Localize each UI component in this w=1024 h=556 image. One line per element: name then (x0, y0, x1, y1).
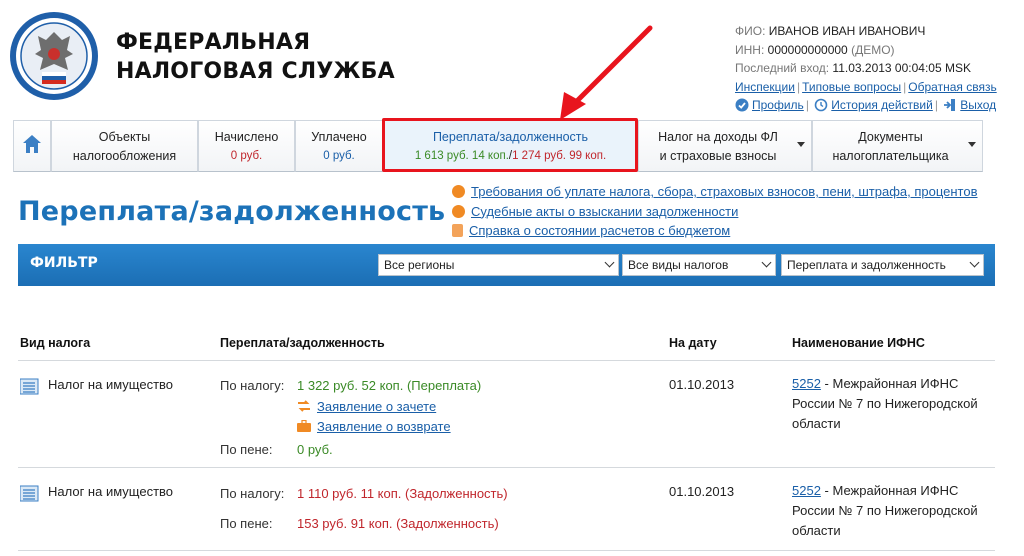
row-tax-value: 1 322 руб. 52 коп. (Переплата) (297, 378, 482, 393)
region-select-value: Все регионы (384, 258, 455, 272)
tab-documents-line1: Документы (858, 130, 923, 144)
tab-tax-objects[interactable]: Объекты налогообложения (51, 120, 198, 172)
tab-documents[interactable]: Документы налогоплательщика (812, 120, 983, 172)
feedback-link[interactable]: Обратная связь (908, 80, 996, 94)
offset-application-link[interactable]: Заявление о зачете (317, 399, 436, 414)
fns-emblem-logo[interactable] (8, 10, 100, 102)
ifns-code-link[interactable]: 5252 (792, 376, 821, 391)
quick-link-settlement-certificate[interactable]: Справка о состоянии расчетов с бюджетом (469, 223, 730, 238)
profile-link[interactable]: Профиль (752, 98, 804, 112)
red-arrow-annotation (560, 25, 653, 120)
ifns-code-link[interactable]: 5252 (792, 483, 821, 498)
row-tax-value: 1 110 руб. 11 коп. (Задолженность) (297, 486, 508, 501)
chevron-down-icon (968, 142, 976, 147)
row-tax-name: Налог на имущество (48, 377, 174, 392)
quick-link-court-acts[interactable]: Судебные акты о взыскании задолженности (471, 204, 738, 219)
table-divider (18, 550, 995, 551)
row-tax-name: Налог на имущество (48, 484, 174, 499)
fio-label: ФИО: (735, 24, 766, 38)
quick-link-requirements[interactable]: Требования об уплате налога, сбора, стра… (471, 184, 978, 199)
chevron-down-icon (604, 257, 615, 268)
org-name: ФЕДЕРАЛЬНАЯ НАЛОГОВАЯ СЛУЖБА (116, 28, 395, 86)
tab-income-tax[interactable]: Налог на доходы ФЛ и страховые взносы (638, 120, 812, 172)
account-links: Профиль | История действий | Выход (735, 96, 996, 114)
org-name-line1: ФЕДЕРАЛЬНАЯ (116, 30, 311, 55)
row-ifns: 5252 - Межрайонная ИФНС России № 7 по Ни… (792, 481, 1002, 541)
offset-application-action[interactable]: Заявление о зачете (297, 399, 436, 414)
history-link[interactable]: История действий (831, 98, 933, 112)
home-icon (23, 135, 41, 153)
org-name-line2: НАЛОГОВАЯ СЛУЖБА (116, 59, 395, 84)
inn-value: 000000000000 (767, 42, 848, 57)
tax-document-icon (20, 485, 39, 502)
tab-home[interactable] (13, 120, 51, 172)
row-date: 01.10.2013 (669, 484, 735, 499)
filter-label: ФИЛЬТР (30, 255, 98, 271)
tab-tax-objects-line1: Объекты (98, 130, 151, 144)
table-divider (18, 467, 995, 468)
tab-paid-label: Уплачено (311, 130, 367, 144)
tab-tax-objects-line2: налогообложения (72, 149, 177, 163)
row-penalty-value: 153 руб. 91 коп. (Задолженность) (297, 516, 499, 531)
quick-links: Требования об уплате налога, сбора, стра… (452, 182, 978, 241)
chevron-down-icon (761, 257, 772, 268)
history-icon (814, 98, 828, 112)
last-login-label: Последний вход: (735, 61, 830, 75)
tab-accrued-value: 0 руб. (230, 150, 263, 162)
mode-select-value: Переплата и задолженность (787, 258, 946, 272)
row-ifns: 5252 - Межрайонная ИФНС России № 7 по Ни… (792, 374, 1002, 434)
inn-label: ИНН: (735, 42, 765, 57)
row-tax-label: По налогу: (220, 378, 285, 393)
red-highlight-box (382, 118, 638, 172)
region-select[interactable]: Все регионы (378, 254, 619, 276)
chevron-down-icon (797, 142, 805, 147)
row-penalty-value: 0 руб. (297, 442, 333, 457)
tab-income-tax-line2: и страховые взносы (659, 149, 777, 163)
column-header-ifns: Наименование ИФНС (792, 336, 925, 350)
last-login-value: 11.03.2013 00:04:05 MSK (832, 61, 971, 75)
document-icon (452, 224, 463, 237)
court-icon (452, 204, 465, 218)
logout-icon (944, 99, 956, 111)
logout-link[interactable]: Выход (960, 98, 996, 112)
ruble-icon (452, 185, 465, 198)
refund-application-link[interactable]: Заявление о возврате (317, 419, 451, 434)
table-divider (18, 360, 995, 361)
tax-type-select[interactable]: Все виды налогов (622, 254, 776, 276)
row-penalty-label: По пене: (220, 516, 273, 531)
faq-link[interactable]: Типовые вопросы (802, 80, 901, 94)
tab-income-tax-line1: Налог на доходы ФЛ (658, 130, 778, 144)
tax-type-select-value: Все виды налогов (628, 258, 729, 272)
header-links: Инспекции | Типовые вопросы | Обратная связь (735, 80, 997, 94)
row-penalty-label: По пене: (220, 442, 273, 457)
row-tax-label: По налогу: (220, 486, 285, 501)
fio-value: ИВАНОВ ИВАН ИВАНОВИЧ (768, 24, 926, 38)
user-info: ФИО: ИВАНОВ ИВАН ИВАНОВИЧ ИНН: 000000000… (735, 22, 971, 78)
briefcase-icon (297, 420, 311, 432)
column-header-balance: Переплата/задолженность (220, 336, 385, 350)
tab-documents-line2: налогоплательщика (832, 149, 949, 163)
tab-paid-value: 0 руб. (323, 150, 355, 162)
tab-accrued-label: Начислено (214, 130, 279, 144)
chevron-down-icon (969, 257, 980, 268)
row-date: 01.10.2013 (669, 377, 735, 392)
profile-icon (735, 98, 749, 112)
tax-document-icon (20, 378, 39, 395)
tab-paid[interactable]: Уплачено 0 руб. (295, 120, 383, 172)
refund-application-action[interactable]: Заявление о возврате (297, 419, 451, 434)
mode-select[interactable]: Переплата и задолженность (781, 254, 984, 276)
arrows-swap-icon (298, 400, 310, 412)
inn-demo-note: (ДЕМО) (851, 42, 895, 57)
column-header-tax-type: Вид налога (20, 336, 91, 350)
tab-accrued[interactable]: Начислено 0 руб. (198, 120, 295, 172)
inspections-link[interactable]: Инспекции (735, 80, 795, 94)
column-header-date: На дату (669, 336, 717, 350)
page-title: Переплата/задолженность (18, 196, 446, 227)
